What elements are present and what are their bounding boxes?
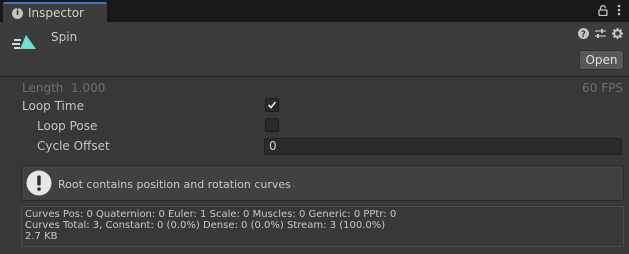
loop-pose-checkbox[interactable] [265, 118, 279, 132]
warning-icon [26, 170, 52, 199]
helpbox-message: Root contains position and rotation curv… [58, 178, 291, 191]
open-button[interactable]: Open [579, 50, 624, 70]
gear-icon[interactable] [612, 28, 623, 42]
fps-label: 60 FPS [582, 81, 623, 95]
cycle-offset-label: Cycle Offset [37, 139, 110, 153]
cycle-offset-field[interactable]: 0 [264, 138, 622, 155]
help-icon[interactable]: ? [578, 28, 589, 42]
asset-name: Spin [51, 30, 78, 44]
tab-inspector[interactable]: i Inspector [3, 2, 107, 22]
animation-clip-icon [11, 31, 39, 54]
header-icons: ? [578, 28, 623, 42]
tab-label: Inspector [28, 6, 84, 20]
asset-header: Spin ? Open [0, 22, 629, 77]
loop-time-label: Loop Time [22, 99, 84, 113]
checkmark-icon [267, 101, 277, 109]
curve-stats: Curves Pos: 0 Quaternion: 0 Euler: 1 Sca… [21, 206, 624, 247]
stats-line: Curves Pos: 0 Quaternion: 0 Euler: 1 Sca… [25, 209, 397, 220]
presets-icon[interactable] [595, 28, 606, 42]
tab-bar: i Inspector [0, 0, 629, 22]
loop-pose-label: Loop Pose [37, 119, 98, 133]
length-value: 1.000 [71, 81, 106, 95]
more-options-icon[interactable] [617, 4, 621, 16]
tab-actions [598, 4, 621, 16]
info-icon: i [12, 8, 23, 19]
lock-icon[interactable] [598, 4, 608, 16]
stats-line: Curves Total: 3, Constant: 0 (0.0%) Dens… [25, 220, 386, 231]
loop-time-checkbox[interactable] [265, 98, 279, 112]
svg-text:?: ? [581, 30, 586, 39]
stats-line: 2.7 KB [25, 231, 58, 242]
warning-helpbox: Root contains position and rotation curv… [21, 165, 624, 201]
length-label: Length [22, 81, 64, 95]
